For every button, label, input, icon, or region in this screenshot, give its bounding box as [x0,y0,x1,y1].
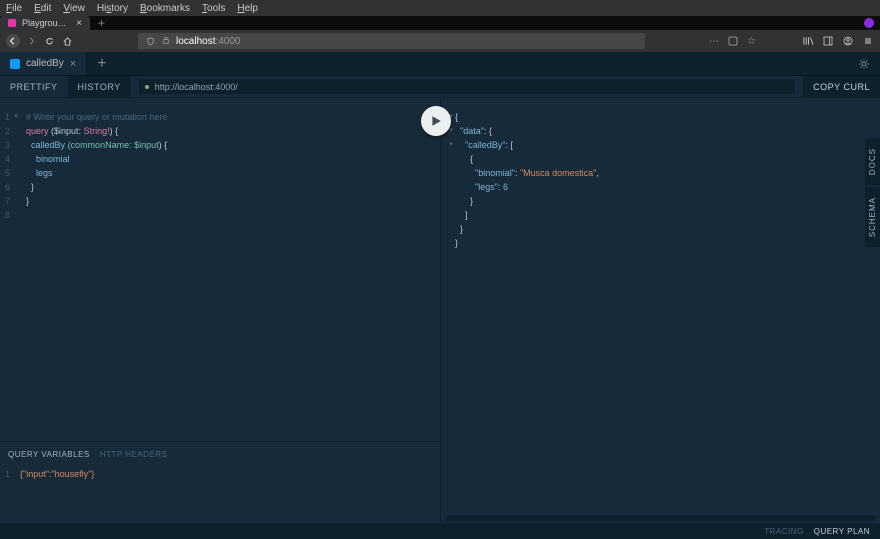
schema-tab[interactable]: SCHEMA [865,187,880,247]
menu-history[interactable]: History [97,3,128,14]
forward-button[interactable] [24,34,38,48]
menu-help[interactable]: Help [237,3,258,14]
result-panel: ▾ ▾ ▾ { "data": { "calledBy": [ { "binom… [440,98,880,523]
library-icon[interactable] [802,35,814,47]
variables-panel: QUERY VARIABLES HTTP HEADERS 1 {"input":… [0,441,440,523]
copy-curl-button[interactable]: COPY CURL [803,76,880,97]
toolbar-right-icons: ⋯ ☆ [709,35,874,47]
endpoint-url: http://localhost:4000/ [155,82,238,92]
prettify-button[interactable]: PRETTIFY [0,76,68,97]
result-json: { "data": { "calledBy": [ { "binomial": … [455,110,599,515]
close-tab-icon[interactable]: × [76,18,82,29]
playground-body: 1 2 3 4 5 6 7 8 ▾ # Write your query or … [0,98,880,523]
home-button[interactable] [60,34,74,48]
variables-tab-bar: QUERY VARIABLES HTTP HEADERS [0,442,440,463]
status-dot-icon [145,85,149,89]
playground-header: PRETTIFY HISTORY http://localhost:4000/ … [0,76,880,98]
lock-icon[interactable] [162,36,170,46]
app-menu-icon[interactable] [862,35,874,47]
playground-footer: TRACING QUERY PLAN [0,523,880,539]
menu-file[interactable]: FFileile [6,3,22,14]
http-headers-tab[interactable]: HTTP HEADERS [100,450,168,459]
browser-menu-bar: FFileile Edit View History Bookmarks Too… [0,0,880,16]
menu-bookmarks[interactable]: Bookmarks [140,3,190,14]
query-variables-tab[interactable]: QUERY VARIABLES [8,450,90,459]
extension-badge-icon[interactable] [864,18,874,28]
bookmark-star-icon[interactable]: ☆ [747,36,756,47]
playground-tab[interactable]: calledBy × [0,52,87,75]
new-tab-button[interactable]: + [90,16,113,30]
query-editor-panel: 1 2 3 4 5 6 7 8 ▾ # Write your query or … [0,98,440,523]
graphql-favicon [8,19,16,27]
tabstrip-right [858,16,880,30]
endpoint-input[interactable]: http://localhost:4000/ [139,79,795,94]
graphql-playground: calledBy × + PRETTIFY HISTORY http://loc… [0,52,880,539]
reload-button[interactable] [42,34,56,48]
docs-tab[interactable]: DOCS [865,138,880,185]
horizontal-scrollbar[interactable] [445,515,876,521]
variables-gutter: 1 [0,467,12,523]
add-playground-tab-button[interactable]: + [87,52,116,75]
settings-button[interactable] [848,52,880,75]
menu-tools[interactable]: Tools [202,3,225,14]
query-plan-toggle[interactable]: QUERY PLAN [814,527,870,536]
playground-tab-title: calledBy [26,58,64,69]
menu-view[interactable]: View [63,3,85,14]
browser-toolbar: localhost:4000 ⋯ ☆ [0,30,880,52]
result-viewer[interactable]: ▾ ▾ ▾ { "data": { "calledBy": [ { "binom… [441,98,880,515]
back-button[interactable] [6,34,20,48]
url-host: localhost [176,36,215,47]
menu-edit[interactable]: Edit [34,3,51,14]
execute-button[interactable] [421,106,451,136]
graphql-tab-icon [10,59,20,69]
browser-tab-strip: Playground - http://local… × + [0,16,880,30]
url-path: :4000 [215,36,240,47]
browser-tab[interactable]: Playground - http://local… × [0,16,90,30]
history-button[interactable]: HISTORY [68,76,131,97]
fold-gutter: ▾ [12,110,20,441]
reader-icon[interactable] [727,35,739,47]
url-bar[interactable]: localhost:4000 [138,33,645,49]
result-fold-gutter: ▾ ▾ ▾ [447,110,455,515]
close-playground-tab-icon[interactable]: × [70,58,76,70]
shield-icon[interactable] [144,35,156,47]
sidebar-icon[interactable] [822,35,834,47]
query-editor[interactable]: 1 2 3 4 5 6 7 8 ▾ # Write your query or … [0,98,440,441]
account-icon[interactable] [842,35,854,47]
side-tabs: DOCS SCHEMA [865,138,880,249]
playground-tab-bar: calledBy × + [0,52,880,76]
query-code: # Write your query or mutation here quer… [20,110,440,441]
editor-gutter: 1 2 3 4 5 6 7 8 [0,110,12,441]
tracing-toggle[interactable]: TRACING [764,527,804,536]
browser-tab-title: Playground - http://local… [22,18,70,28]
variables-editor[interactable]: 1 {"input":"housefly"} [0,463,440,523]
page-actions-icon[interactable]: ⋯ [709,36,719,47]
